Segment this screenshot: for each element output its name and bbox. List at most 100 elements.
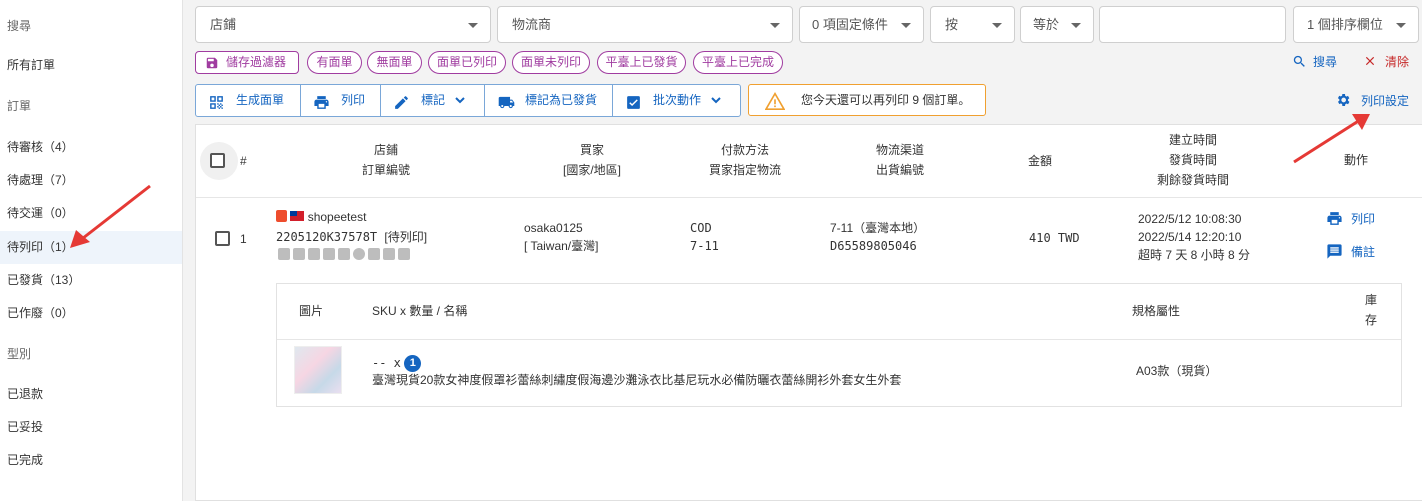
operator-select[interactable]: 等於 — [1020, 6, 1094, 43]
check-icon — [368, 248, 380, 260]
by-field-value: 按 — [945, 17, 959, 32]
sort-fields-select[interactable]: 1 個排序欄位 — [1293, 6, 1419, 43]
header-buyer-logistics-label: 買家指定物流 — [708, 163, 781, 177]
sidebar-section-search: 搜尋 — [7, 19, 32, 33]
search-button[interactable]: 搜尋 — [1292, 54, 1337, 70]
header-order-no-label: 訂單編號 — [361, 163, 410, 177]
save-filter-button[interactable]: 儲存過濾器 — [195, 51, 299, 74]
row-index: 1 — [240, 232, 247, 246]
row-times: 2022/5/12 10:08:30 2022/5/14 12:20:10 超時… — [1138, 210, 1250, 264]
qr-code-icon — [293, 248, 305, 260]
chip-has-label[interactable]: 有面單 — [307, 51, 362, 74]
created-time: 2022/5/12 10:08:30 — [1138, 212, 1242, 226]
batch-actions-button[interactable]: 批次動作 — [613, 85, 740, 116]
batch-actions-text: 批次動作 — [653, 93, 702, 107]
sidebar-item-to-print[interactable]: 待列印（1） — [0, 231, 182, 264]
payment-method: COD — [690, 221, 712, 235]
mark-text: 標記 — [421, 93, 446, 107]
logistics-select[interactable]: 物流商 — [497, 6, 793, 43]
generate-label-text: 生成面單 — [236, 93, 285, 107]
chip-platform-completed[interactable]: 平臺上已完成 — [693, 51, 783, 74]
generate-label-button[interactable]: 生成面單 — [196, 85, 301, 116]
sidebar-section-orders: 訂單 — [7, 99, 32, 113]
action-toolbar: 生成面單 列印 標記 標記為已發貨 批次動作 — [195, 84, 741, 117]
upload-icon — [308, 248, 320, 260]
comment-icon — [338, 248, 350, 260]
fixed-conditions-select[interactable]: 0 項固定條件 — [799, 6, 924, 43]
clear-button[interactable]: 清除 — [1363, 54, 1409, 70]
clear-label: 清除 — [1385, 55, 1410, 69]
header-buyer: 買家 [國家/地區] — [542, 140, 642, 180]
row-print-label: 列印 — [1351, 212, 1376, 226]
header-shipped-label: 發貨時間 — [1168, 153, 1217, 167]
header-payment: 付款方法 買家指定物流 — [688, 140, 802, 180]
chevron-down-icon — [992, 23, 1002, 28]
header-shop: 店鋪 訂單編號 — [336, 140, 436, 180]
sidebar-item-all-orders[interactable]: 所有訂單 — [0, 50, 182, 80]
shop-select[interactable]: 店鋪 — [195, 6, 491, 43]
operator-value: 等於 — [1033, 17, 1060, 32]
print-quota-text: 您今天還可以再列印 9 個訂單。 — [801, 93, 971, 107]
order-items-table: 圖片 SKU x 數量 / 名稱 規格屬性 庫 存 -- x 1 臺灣現貨20款… — [276, 283, 1402, 407]
row-shop: shopeetest — [276, 208, 366, 226]
sidebar-item-voided[interactable]: 已作廢（0） — [0, 298, 182, 328]
chevron-down-icon — [901, 23, 911, 28]
row-order-no[interactable]: 2205120K37578T [待列印] — [276, 228, 427, 246]
print-settings-button[interactable]: 列印設定 — [1335, 92, 1409, 109]
chevron-down-icon — [770, 23, 780, 28]
header-amount: 金額 — [1027, 154, 1052, 168]
header-channel-label: 物流渠道 — [875, 143, 924, 157]
mark-shipped-text: 標記為已發貨 — [525, 93, 598, 107]
filter-value-input[interactable] — [1099, 6, 1286, 43]
search-icon — [1293, 55, 1305, 67]
order-status-icons — [278, 248, 410, 260]
buyer-country: [ Taiwan/臺灣] — [524, 239, 599, 253]
header-shipping-no-label: 出貨編號 — [875, 163, 924, 177]
orders-table: # 店鋪 訂單編號 買家 [國家/地區] 付款方法 買家指定物流 物流渠道 出貨… — [195, 124, 1422, 501]
sidebar-item-awaiting-shipment[interactable]: 待交運（0） — [0, 198, 182, 228]
header-buyer-label: 買家 — [579, 143, 604, 157]
select-all-checkbox[interactable] — [210, 153, 225, 168]
print-button[interactable]: 列印 — [301, 85, 381, 116]
chevron-down-icon — [455, 85, 465, 116]
fixed-conditions-value: 0 項固定條件 — [812, 17, 888, 32]
printer-icon — [313, 92, 330, 123]
sidebar-item-delivered[interactable]: 已妥投 — [0, 412, 182, 442]
row-note-action[interactable]: 備註 — [1326, 243, 1375, 261]
search-label: 搜尋 — [1313, 55, 1338, 69]
barcode-icon — [278, 248, 290, 260]
chevron-down-icon — [468, 23, 478, 28]
mark-shipped-button[interactable]: 標記為已發貨 — [485, 85, 613, 116]
message-icon — [323, 248, 335, 260]
chip-platform-shipped[interactable]: 平臺上已發貨 — [597, 51, 686, 74]
checklist-icon — [625, 92, 642, 123]
items-header-stock-1: 庫 — [1365, 293, 1378, 307]
sidebar-item-pending-review[interactable]: 待審核（4） — [0, 132, 182, 162]
row-channel: 7-11（臺灣本地） D65589805046 — [830, 219, 925, 255]
row-checkbox[interactable] — [215, 231, 230, 246]
sidebar-item-completed[interactable]: 已完成 — [0, 445, 182, 475]
product-thumbnail[interactable] — [294, 346, 342, 394]
print-quota-warning: 您今天還可以再列印 9 個訂單。 — [748, 84, 986, 116]
item-sku-qty: -- x 1 — [372, 354, 422, 373]
by-field-select[interactable]: 按 — [930, 6, 1015, 43]
item-spec: A03款（現貨） — [1136, 364, 1218, 378]
row-print-action[interactable]: 列印 — [1326, 210, 1375, 228]
item-name[interactable]: 臺灣現貨20款女神度假罩衫蕾絲刺繡度假海邊沙灘泳衣比基尼玩水必備防曬衣蕾絲開衫外… — [372, 371, 901, 389]
sidebar-item-refunded[interactable]: 已退款 — [0, 379, 182, 409]
mark-dropdown-button[interactable]: 標記 — [381, 85, 485, 116]
row-amount: 410 TWD — [1029, 231, 1080, 245]
chip-label-not-printed[interactable]: 面單未列印 — [512, 51, 590, 74]
warning-icon — [764, 91, 786, 121]
sidebar-item-shipped[interactable]: 已發貨（13） — [0, 265, 182, 295]
taiwan-flag-icon — [290, 211, 305, 221]
floppy-disk-icon — [205, 56, 219, 77]
remaining-time: 超時 7 天 8 小時 8 分 — [1138, 248, 1251, 262]
printer-icon — [1327, 212, 1342, 225]
table-header: # 店鋪 訂單編號 買家 [國家/地區] 付款方法 買家指定物流 物流渠道 出貨… — [196, 125, 1422, 198]
chip-label-printed[interactable]: 面單已列印 — [428, 51, 506, 74]
sidebar-item-processing[interactable]: 待處理（7） — [0, 165, 182, 195]
chip-no-label[interactable]: 無面單 — [367, 51, 422, 74]
items-header-spec: 規格屬性 — [1132, 304, 1181, 318]
items-header-stock: 庫 存 — [1365, 290, 1377, 330]
